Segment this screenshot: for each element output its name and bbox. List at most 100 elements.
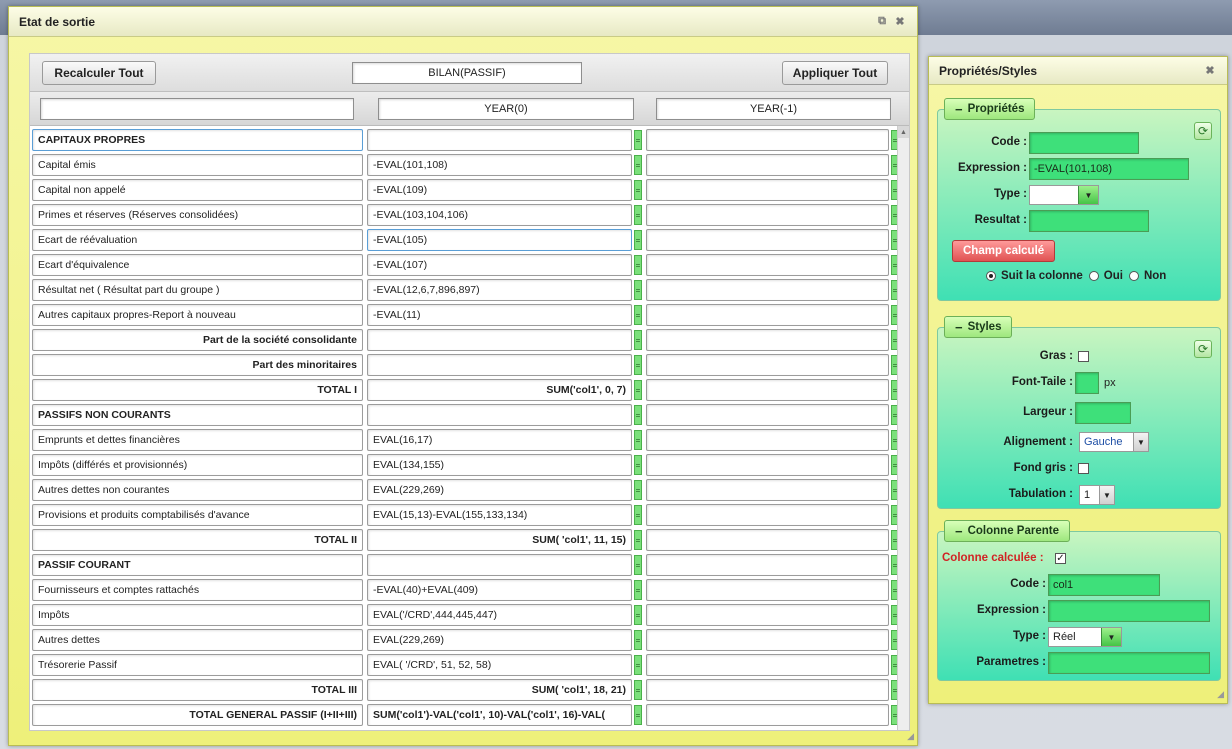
formula-handle-icon[interactable]: =	[634, 305, 642, 325]
year-minus1-column-header[interactable]: YEAR(-1)	[656, 98, 891, 120]
year0-expression-cell[interactable]: -EVAL(11)	[367, 304, 632, 326]
year-minus1-cell[interactable]	[646, 529, 889, 551]
year0-expression-cell[interactable]: -EVAL(101,108)	[367, 154, 632, 176]
apply-all-button[interactable]: Appliquer Tout	[782, 61, 888, 85]
row-label-cell[interactable]: Capital émis	[32, 154, 363, 176]
colonne-parente-legend[interactable]: − Colonne Parente	[944, 520, 1070, 542]
formula-handle-icon[interactable]: =	[634, 455, 642, 475]
col-type-dropdown-icon[interactable]: ▼	[1101, 628, 1121, 646]
type-dropdown-icon[interactable]: ▼	[1078, 186, 1098, 204]
row-label-cell[interactable]: Autres capitaux propres-Report à nouveau	[32, 304, 363, 326]
row-label-cell[interactable]: Autres dettes non courantes	[32, 479, 363, 501]
row-label-cell[interactable]: Emprunts et dettes financières	[32, 429, 363, 451]
formula-handle-icon[interactable]: =	[634, 430, 642, 450]
year-minus1-cell[interactable]	[646, 504, 889, 526]
radio-oui[interactable]	[1088, 271, 1099, 281]
formula-handle-icon[interactable]: =	[634, 555, 642, 575]
formula-handle-icon[interactable]: =	[634, 405, 642, 425]
side-close-icon[interactable]: ✖	[1203, 64, 1217, 77]
year0-expression-cell[interactable]	[367, 329, 632, 351]
year0-expression-cell[interactable]: EVAL('/CRD',444,445,447)	[367, 604, 632, 626]
formula-handle-icon[interactable]: =	[634, 205, 642, 225]
resultat-input[interactable]	[1029, 210, 1149, 232]
formula-handle-icon[interactable]: =	[634, 655, 642, 675]
row-label-cell[interactable]: TOTAL II	[32, 529, 363, 551]
year0-expression-cell[interactable]: EVAL( '/CRD', 51, 52, 58)	[367, 654, 632, 676]
row-label-cell[interactable]: TOTAL GENERAL PASSIF (I+II+III)	[32, 704, 363, 726]
year-minus1-cell[interactable]	[646, 604, 889, 626]
year-minus1-cell[interactable]	[646, 704, 889, 726]
row-label-cell[interactable]: TOTAL I	[32, 379, 363, 401]
year-minus1-cell[interactable]	[646, 579, 889, 601]
year0-expression-cell[interactable]: EVAL(15,13)-EVAL(155,133,134)	[367, 504, 632, 526]
col-type-select[interactable]: Réel ▼	[1048, 627, 1122, 647]
row-label-cell[interactable]: Impôts (différés et provisionnés)	[32, 454, 363, 476]
gras-checkbox[interactable]	[1078, 351, 1089, 362]
styles-legend[interactable]: − Styles	[944, 316, 1013, 338]
scroll-up-icon[interactable]: ▲	[898, 126, 909, 138]
popout-icon[interactable]: ⧉	[875, 15, 889, 28]
formula-handle-icon[interactable]: =	[634, 280, 642, 300]
tabulation-dropdown-icon[interactable]: ▼	[1099, 486, 1114, 504]
formula-handle-icon[interactable]: =	[634, 155, 642, 175]
formula-handle-icon[interactable]: =	[634, 705, 642, 725]
year-minus1-cell[interactable]	[646, 129, 889, 151]
formula-handle-icon[interactable]: =	[634, 605, 642, 625]
formula-handle-icon[interactable]: =	[634, 330, 642, 350]
side-resize-grip-icon[interactable]: ◢	[1217, 689, 1224, 700]
year-minus1-cell[interactable]	[646, 329, 889, 351]
year0-expression-cell[interactable]: SUM('col1')-VAL('col1', 10)-VAL('col1', …	[367, 704, 632, 726]
year0-expression-cell[interactable]: EVAL(229,269)	[367, 479, 632, 501]
report-title-field[interactable]: BILAN(PASSIF)	[352, 62, 582, 84]
year0-expression-cell[interactable]: EVAL(134,155)	[367, 454, 632, 476]
fond-gris-checkbox[interactable]	[1078, 463, 1089, 474]
label-column-header[interactable]	[40, 98, 354, 120]
row-label-cell[interactable]: Part de la société consolidante	[32, 329, 363, 351]
row-label-cell[interactable]: Ecart de réévaluation	[32, 229, 363, 251]
proprietes-legend[interactable]: − Propriétés	[944, 98, 1036, 120]
year0-expression-cell[interactable]	[367, 404, 632, 426]
expression-input[interactable]: -EVAL(101,108)	[1029, 158, 1189, 180]
col-expression-input[interactable]	[1048, 600, 1210, 622]
year-minus1-cell[interactable]	[646, 229, 889, 251]
year-minus1-cell[interactable]	[646, 254, 889, 276]
row-label-cell[interactable]: Primes et réserves (Réserves consolidées…	[32, 204, 363, 226]
parametres-input[interactable]	[1048, 652, 1210, 674]
row-label-cell[interactable]: Impôts	[32, 604, 363, 626]
colonne-calculee-checkbox[interactable]: ✓	[1055, 553, 1066, 564]
font-size-input[interactable]	[1075, 372, 1099, 394]
year-minus1-cell[interactable]	[646, 429, 889, 451]
year0-expression-cell[interactable]: EVAL(229,269)	[367, 629, 632, 651]
row-label-cell[interactable]: Ecart d'équivalence	[32, 254, 363, 276]
row-label-cell[interactable]: PASSIFS NON COURANTS	[32, 404, 363, 426]
year-minus1-cell[interactable]	[646, 204, 889, 226]
row-label-cell[interactable]: Autres dettes	[32, 629, 363, 651]
row-label-cell[interactable]: TOTAL III	[32, 679, 363, 701]
formula-handle-icon[interactable]: =	[634, 580, 642, 600]
formula-handle-icon[interactable]: =	[634, 180, 642, 200]
year-minus1-cell[interactable]	[646, 629, 889, 651]
recalculate-all-button[interactable]: Recalculer Tout	[42, 61, 156, 85]
close-icon[interactable]: ✖	[893, 15, 907, 28]
row-label-cell[interactable]: Part des minoritaires	[32, 354, 363, 376]
formula-handle-icon[interactable]: =	[634, 130, 642, 150]
year0-expression-cell[interactable]: -EVAL(105)	[367, 229, 632, 251]
type-select[interactable]: ▼	[1029, 185, 1099, 205]
year-minus1-cell[interactable]	[646, 304, 889, 326]
proprietes-refresh-icon[interactable]: ⟳	[1194, 122, 1212, 140]
year0-expression-cell[interactable]: SUM('col1', 0, 7)	[367, 379, 632, 401]
year-minus1-cell[interactable]	[646, 379, 889, 401]
tabulation-select[interactable]: 1 ▼	[1079, 485, 1115, 505]
row-label-cell[interactable]: Provisions et produits comptabilisés d'a…	[32, 504, 363, 526]
formula-handle-icon[interactable]: =	[634, 230, 642, 250]
year-minus1-cell[interactable]	[646, 454, 889, 476]
row-label-cell[interactable]: CAPITAUX PROPRES	[32, 129, 363, 151]
year-minus1-cell[interactable]	[646, 354, 889, 376]
vertical-scrollbar[interactable]: ▲	[897, 126, 909, 730]
largeur-input[interactable]	[1075, 402, 1131, 424]
year-minus1-cell[interactable]	[646, 554, 889, 576]
year0-expression-cell[interactable]: -EVAL(12,6,7,896,897)	[367, 279, 632, 301]
radio-suit-la-colonne[interactable]	[986, 271, 996, 281]
year0-expression-cell[interactable]: -EVAL(40)+EVAL(409)	[367, 579, 632, 601]
row-label-cell[interactable]: Capital non appelé	[32, 179, 363, 201]
